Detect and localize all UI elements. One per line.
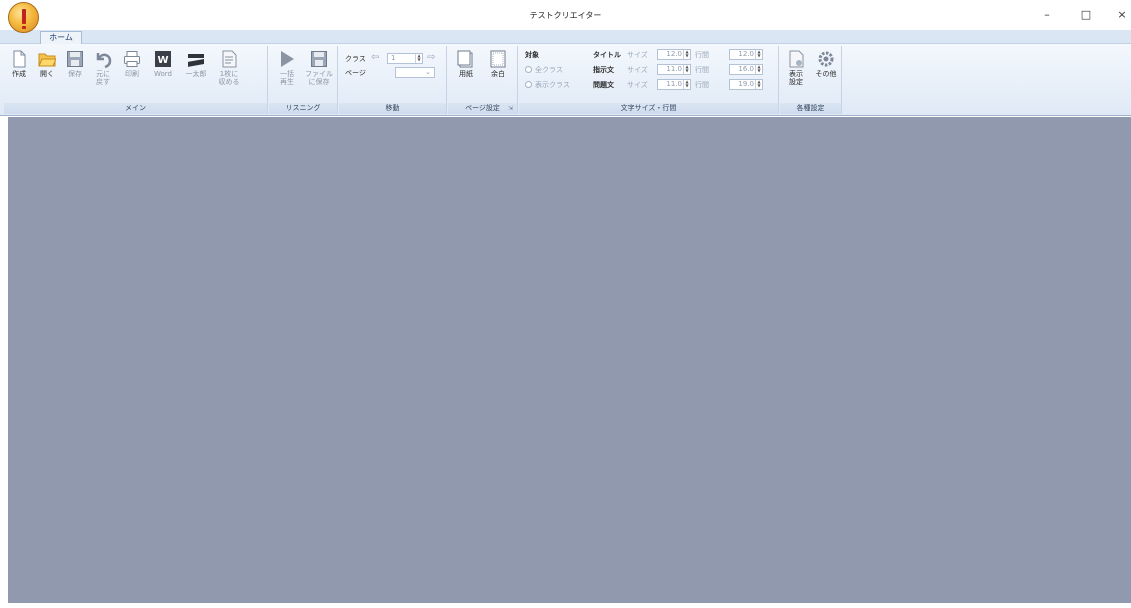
print-icon [123, 50, 141, 68]
open-button[interactable]: 開く [34, 50, 60, 78]
title-size-label: サイズ [627, 51, 648, 59]
ribbon-group-settings: 表示 設定 その他 各種設定 [780, 46, 842, 114]
undo-icon [94, 50, 112, 69]
class-number-input[interactable]: 1 ▲ ▼ [387, 53, 423, 64]
page-select[interactable]: ⌄ [395, 67, 435, 78]
question-spacing-input[interactable]: 19.0 ▲ ▼ [729, 79, 763, 90]
margin-button[interactable]: 余白 [484, 50, 512, 78]
minimize-button[interactable]: – [1039, 9, 1055, 21]
other-settings-button[interactable]: その他 [812, 50, 840, 78]
play-all-button[interactable]: 一括 再生 [273, 50, 301, 86]
ribbon-tab-strip: ホーム [0, 30, 1131, 45]
title-row-label: タイトル [593, 51, 621, 59]
question-size-label: サイズ [627, 81, 648, 89]
page-label: ページ [345, 69, 366, 77]
title-bar: テストクリエイター – □ × [0, 0, 1131, 33]
instruction-size-input[interactable]: 11.0 ▲ ▼ [657, 64, 691, 75]
instruction-spacing-input[interactable]: 16.0 ▲ ▼ [729, 64, 763, 75]
app-logo-icon[interactable] [8, 2, 39, 33]
word-icon: W [154, 50, 172, 68]
fit-one-page-button[interactable]: 1枚に 収める [214, 50, 244, 86]
group-label-main: メイン [4, 103, 267, 114]
class-label: クラス [345, 55, 366, 63]
display-settings-icon [787, 50, 805, 68]
save-file-icon [310, 50, 328, 68]
close-button[interactable]: × [1114, 9, 1130, 21]
dialog-launcher-icon[interactable]: ⇲ [508, 103, 513, 114]
chevron-down-icon: ⌄ [425, 68, 431, 76]
tab-home[interactable]: ホーム [40, 31, 82, 45]
title-spacing-input[interactable]: 12.0 ▲ ▼ [729, 49, 763, 60]
group-label-navigation: 移動 [339, 103, 446, 114]
title-spacing-label: 行間 [695, 51, 709, 59]
next-class-arrow-icon[interactable]: ⇨ [427, 52, 435, 63]
new-document-icon [10, 50, 28, 68]
question-size-input[interactable]: 11.0 ▲ ▼ [657, 79, 691, 90]
ichitaro-icon [187, 50, 205, 68]
save-to-file-button[interactable]: ファイル に保存 [303, 50, 335, 86]
ribbon-group-listening: 一括 再生 ファイル に保存 リスニング [269, 46, 338, 114]
spin-arrows-icon[interactable]: ▲ ▼ [683, 65, 690, 74]
app-window: テストクリエイター – □ × ホーム 作成 開く 保存 元に 戻す 印刷 W … [0, 0, 1131, 608]
radio-all-classes-label: 全クラス [535, 66, 563, 74]
question-row-label: 問題文 [593, 81, 614, 89]
target-label: 対象 [525, 51, 539, 59]
group-label-font-size: 文字サイズ・行間 [519, 103, 778, 114]
spin-arrows-icon[interactable]: ▲ ▼ [755, 80, 762, 89]
radio-all-classes[interactable] [525, 66, 532, 73]
open-folder-icon [38, 50, 57, 68]
window-title: テストクリエイター [529, 11, 602, 20]
ribbon-group-main: 作成 開く 保存 元に 戻す 印刷 W Word 一太郎 1枚に 収める メイン [4, 46, 268, 114]
status-strip [0, 603, 1131, 608]
maximize-button[interactable]: □ [1078, 9, 1094, 21]
play-icon [278, 50, 296, 68]
undo-button[interactable]: 元に 戻す [90, 50, 116, 86]
ribbon-group-font-size: 対象 全クラス 表示クラス タイトル サイズ 12.0 ▲ ▼ 行間 12.0 ▲ ▼ … [519, 46, 779, 114]
paper-icon [457, 50, 475, 68]
create-button[interactable]: 作成 [6, 50, 32, 78]
word-export-button[interactable]: W Word [148, 50, 178, 78]
save-button[interactable]: 保存 [62, 50, 88, 78]
ribbon-group-page-setup: 用紙 余白 ページ設定 ⇲ [448, 46, 518, 114]
prev-class-arrow-icon[interactable]: ⇦ [371, 52, 379, 63]
spin-arrows-icon[interactable]: ▲ ▼ [683, 50, 690, 59]
class-spin-arrows-icon[interactable]: ▲ ▼ [415, 54, 422, 63]
ribbon-group-navigation: クラス ⇦ 1 ▲ ▼ ⇨ ページ ⌄ 移動 [339, 46, 447, 114]
print-button[interactable]: 印刷 [118, 50, 146, 78]
instruction-size-label: サイズ [627, 66, 648, 74]
ribbon: 作成 開く 保存 元に 戻す 印刷 W Word 一太郎 1枚に 収める メイン… [0, 44, 1131, 116]
radio-display-class-label: 表示クラス [535, 81, 570, 89]
spin-arrows-icon[interactable]: ▲ ▼ [755, 65, 762, 74]
instruction-row-label: 指示文 [593, 66, 614, 74]
paper-button[interactable]: 用紙 [452, 50, 480, 78]
question-spacing-label: 行間 [695, 81, 709, 89]
group-label-listening: リスニング [269, 103, 337, 114]
group-label-settings: 各種設定 [780, 103, 841, 114]
title-size-input[interactable]: 12.0 ▲ ▼ [657, 49, 691, 60]
spin-arrows-icon[interactable]: ▲ ▼ [683, 80, 690, 89]
save-icon [66, 50, 84, 68]
spin-arrows-icon[interactable]: ▲ ▼ [755, 50, 762, 59]
group-label-page-setup: ページ設定 ⇲ [448, 103, 517, 114]
radio-display-class[interactable] [525, 81, 532, 88]
display-settings-button[interactable]: 表示 設定 [782, 50, 810, 86]
document-workspace[interactable] [8, 117, 1131, 603]
instruction-spacing-label: 行間 [695, 66, 709, 74]
ichitaro-export-button[interactable]: 一太郎 [180, 50, 212, 78]
svg-text:W: W [157, 55, 168, 66]
margin-icon [489, 50, 507, 68]
gear-icon [817, 50, 835, 68]
fit-page-icon [220, 50, 238, 68]
